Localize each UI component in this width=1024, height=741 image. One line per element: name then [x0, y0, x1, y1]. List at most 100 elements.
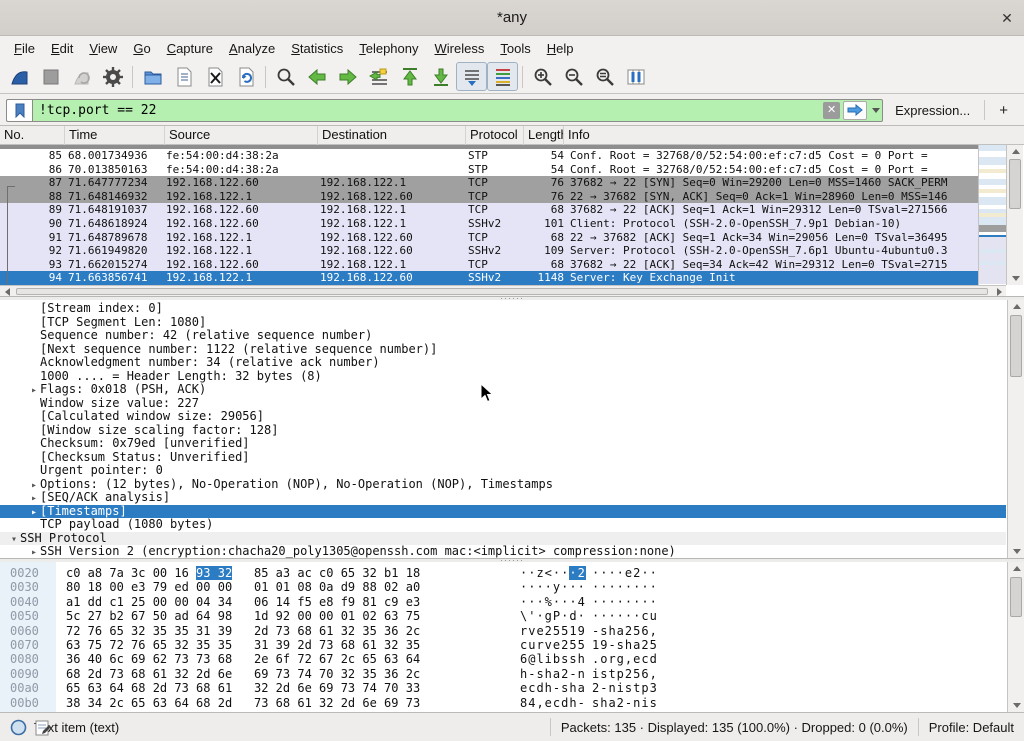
display-filter-input[interactable]: [33, 103, 823, 118]
go-back-button[interactable]: [301, 62, 332, 91]
zoom-original-button[interactable]: [589, 62, 620, 91]
scrollbar-thumb[interactable]: [1010, 577, 1022, 617]
scroll-down-button[interactable]: [1008, 699, 1024, 712]
stop-capture-button[interactable]: [35, 62, 66, 91]
detail-row[interactable]: [Window size scaling factor: 128]: [0, 424, 1006, 438]
packet-row[interactable]: 9171.648789678192.168.122.1192.168.122.6…: [0, 231, 978, 245]
auto-scroll-button[interactable]: [456, 62, 487, 91]
hex-row[interactable]: 00b038 34 2c 65 63 64 68 2d73 68 61 32 2…: [0, 696, 1006, 710]
close-file-button[interactable]: [199, 62, 230, 91]
start-capture-button[interactable]: [4, 62, 35, 91]
menu-tools[interactable]: Tools: [492, 39, 538, 58]
go-to-bottom-button[interactable]: [425, 62, 456, 91]
packet-row[interactable]: 8771.647777234192.168.122.60192.168.122.…: [0, 176, 978, 190]
scroll-up-button[interactable]: [1008, 562, 1024, 575]
detail-row[interactable]: TCP payload (1080 bytes): [0, 518, 1006, 532]
detail-row[interactable]: ▸Options: (12 bytes), No-Operation (NOP)…: [0, 478, 1006, 492]
hex-row[interactable]: 009068 2d 73 68 61 32 2d 6e69 73 74 70 3…: [0, 667, 1006, 681]
packet-row[interactable]: 8871.648146932192.168.122.1192.168.122.6…: [0, 190, 978, 204]
detail-row[interactable]: [TCP Segment Len: 1080]: [0, 316, 1006, 330]
column-header-time[interactable]: Time: [65, 126, 165, 145]
detail-row[interactable]: ▾SSH Protocol: [0, 532, 1006, 546]
hex-row[interactable]: 006072 76 65 32 35 35 31 392d 73 68 61 3…: [0, 624, 1006, 638]
expander-closed-icon[interactable]: ▸: [28, 492, 40, 505]
scroll-down-button[interactable]: [1007, 272, 1024, 285]
column-header-info[interactable]: Info: [564, 126, 1006, 145]
expander-closed-icon[interactable]: ▸: [28, 506, 40, 519]
capture-options-button[interactable]: [97, 62, 128, 91]
filter-bookmark-button[interactable]: [6, 99, 32, 122]
expander-closed-icon[interactable]: ▸: [28, 546, 40, 558]
hex-row[interactable]: 0040a1 dd c1 25 00 00 04 3406 14 f5 e8 f…: [0, 595, 1006, 609]
detail-row[interactable]: [Checksum Status: Unverified]: [0, 451, 1006, 465]
scrollbar-thumb[interactable]: [1010, 315, 1022, 377]
column-header-no[interactable]: No.: [0, 126, 65, 145]
add-filter-button[interactable]: +: [989, 102, 1018, 119]
save-file-button[interactable]: [168, 62, 199, 91]
menu-wireless[interactable]: Wireless: [427, 39, 493, 58]
scrollbar-thumb[interactable]: [1009, 159, 1021, 209]
capture-comment-icon[interactable]: [35, 719, 52, 736]
detail-row[interactable]: ▸[SEQ/ACK analysis]: [0, 491, 1006, 505]
filter-clear-button[interactable]: ✕: [823, 102, 840, 119]
hex-row[interactable]: 00a065 63 64 68 2d 73 68 6132 2d 6e 69 7…: [0, 681, 1006, 695]
intelligent-scrollbar-minimap[interactable]: [978, 145, 1006, 285]
packet-row[interactable]: 9071.648618924192.168.122.60192.168.122.…: [0, 217, 978, 231]
hex-row[interactable]: 003080 18 00 e3 79 ed 00 0001 01 08 0a d…: [0, 580, 1006, 594]
menu-telephony[interactable]: Telephony: [351, 39, 426, 58]
scroll-down-button[interactable]: [1008, 545, 1024, 558]
packet-row[interactable]: 9271.661949820192.168.122.1192.168.122.6…: [0, 244, 978, 258]
go-forward-button[interactable]: [332, 62, 363, 91]
detail-row[interactable]: Urgent pointer: 0: [0, 464, 1006, 478]
column-header-source[interactable]: Source: [165, 126, 318, 145]
profile-selector[interactable]: Profile: Default: [929, 720, 1024, 735]
expander-closed-icon[interactable]: ▸: [28, 384, 40, 397]
reload-file-button[interactable]: [230, 62, 261, 91]
detail-row[interactable]: ▸[Timestamps]: [0, 505, 1006, 519]
hex-row[interactable]: 0020c0 a8 7a 3c 00 16 93 3285 a3 ac c0 6…: [0, 566, 1006, 580]
scroll-up-button[interactable]: [1008, 300, 1024, 313]
packet-row[interactable]: 8568.001734936fe:54:00:d4:38:2aSTP54Conf…: [0, 149, 978, 163]
packet-row[interactable]: 9371.662015274192.168.122.60192.168.122.…: [0, 258, 978, 272]
zoom-in-button[interactable]: [527, 62, 558, 91]
filter-apply-button[interactable]: [843, 101, 867, 120]
packet-row[interactable]: 8670.013850163fe:54:00:d4:38:2aSTP54Conf…: [0, 163, 978, 177]
menu-statistics[interactable]: Statistics: [283, 39, 351, 58]
expert-info-icon[interactable]: [10, 719, 27, 736]
detail-row[interactable]: [Stream index: 0]: [0, 302, 1006, 316]
packet-row[interactable]: 8971.648191037192.168.122.60192.168.122.…: [0, 203, 978, 217]
scroll-up-button[interactable]: [1007, 145, 1024, 158]
filter-history-dropdown[interactable]: [869, 101, 882, 120]
detail-row[interactable]: ▸Flags: 0x018 (PSH, ACK): [0, 383, 1006, 397]
find-packet-button[interactable]: [270, 62, 301, 91]
menu-view[interactable]: View: [81, 39, 125, 58]
bytes-vscrollbar[interactable]: [1007, 562, 1024, 712]
expression-button[interactable]: Expression...: [883, 103, 980, 118]
detail-row[interactable]: [Next sequence number: 1122 (relative se…: [0, 343, 1006, 357]
menu-analyze[interactable]: Analyze: [221, 39, 283, 58]
resize-columns-button[interactable]: [620, 62, 651, 91]
open-file-button[interactable]: [137, 62, 168, 91]
detail-row[interactable]: Checksum: 0x79ed [unverified]: [0, 437, 1006, 451]
zoom-out-button[interactable]: [558, 62, 589, 91]
menu-help[interactable]: Help: [539, 39, 582, 58]
go-to-top-button[interactable]: [394, 62, 425, 91]
close-window-button[interactable]: ✕: [990, 0, 1024, 36]
go-to-packet-button[interactable]: [363, 62, 394, 91]
detail-row[interactable]: Acknowledgment number: 34 (relative ack …: [0, 356, 1006, 370]
hex-row[interactable]: 00505c 27 b2 67 50 ad 64 981d 92 00 00 0…: [0, 609, 1006, 623]
detail-row[interactable]: [Calculated window size: 29056]: [0, 410, 1006, 424]
colorize-button[interactable]: [487, 62, 518, 91]
packet-list-vscrollbar[interactable]: [1006, 145, 1023, 285]
expander-closed-icon[interactable]: ▸: [28, 479, 40, 492]
column-header-length[interactable]: Length: [524, 126, 564, 145]
detail-vscrollbar[interactable]: [1007, 300, 1024, 558]
column-header-protocol[interactable]: Protocol: [466, 126, 524, 145]
expander-open-icon[interactable]: ▾: [8, 533, 20, 546]
detail-row[interactable]: Window size value: 227: [0, 397, 1006, 411]
hex-row[interactable]: 008036 40 6c 69 62 73 73 682e 6f 72 67 2…: [0, 652, 1006, 666]
detail-row[interactable]: Sequence number: 42 (relative sequence n…: [0, 329, 1006, 343]
restart-capture-button[interactable]: [66, 62, 97, 91]
menu-capture[interactable]: Capture: [159, 39, 221, 58]
packet-row[interactable]: 9471.663856741192.168.122.1192.168.122.6…: [0, 271, 978, 285]
